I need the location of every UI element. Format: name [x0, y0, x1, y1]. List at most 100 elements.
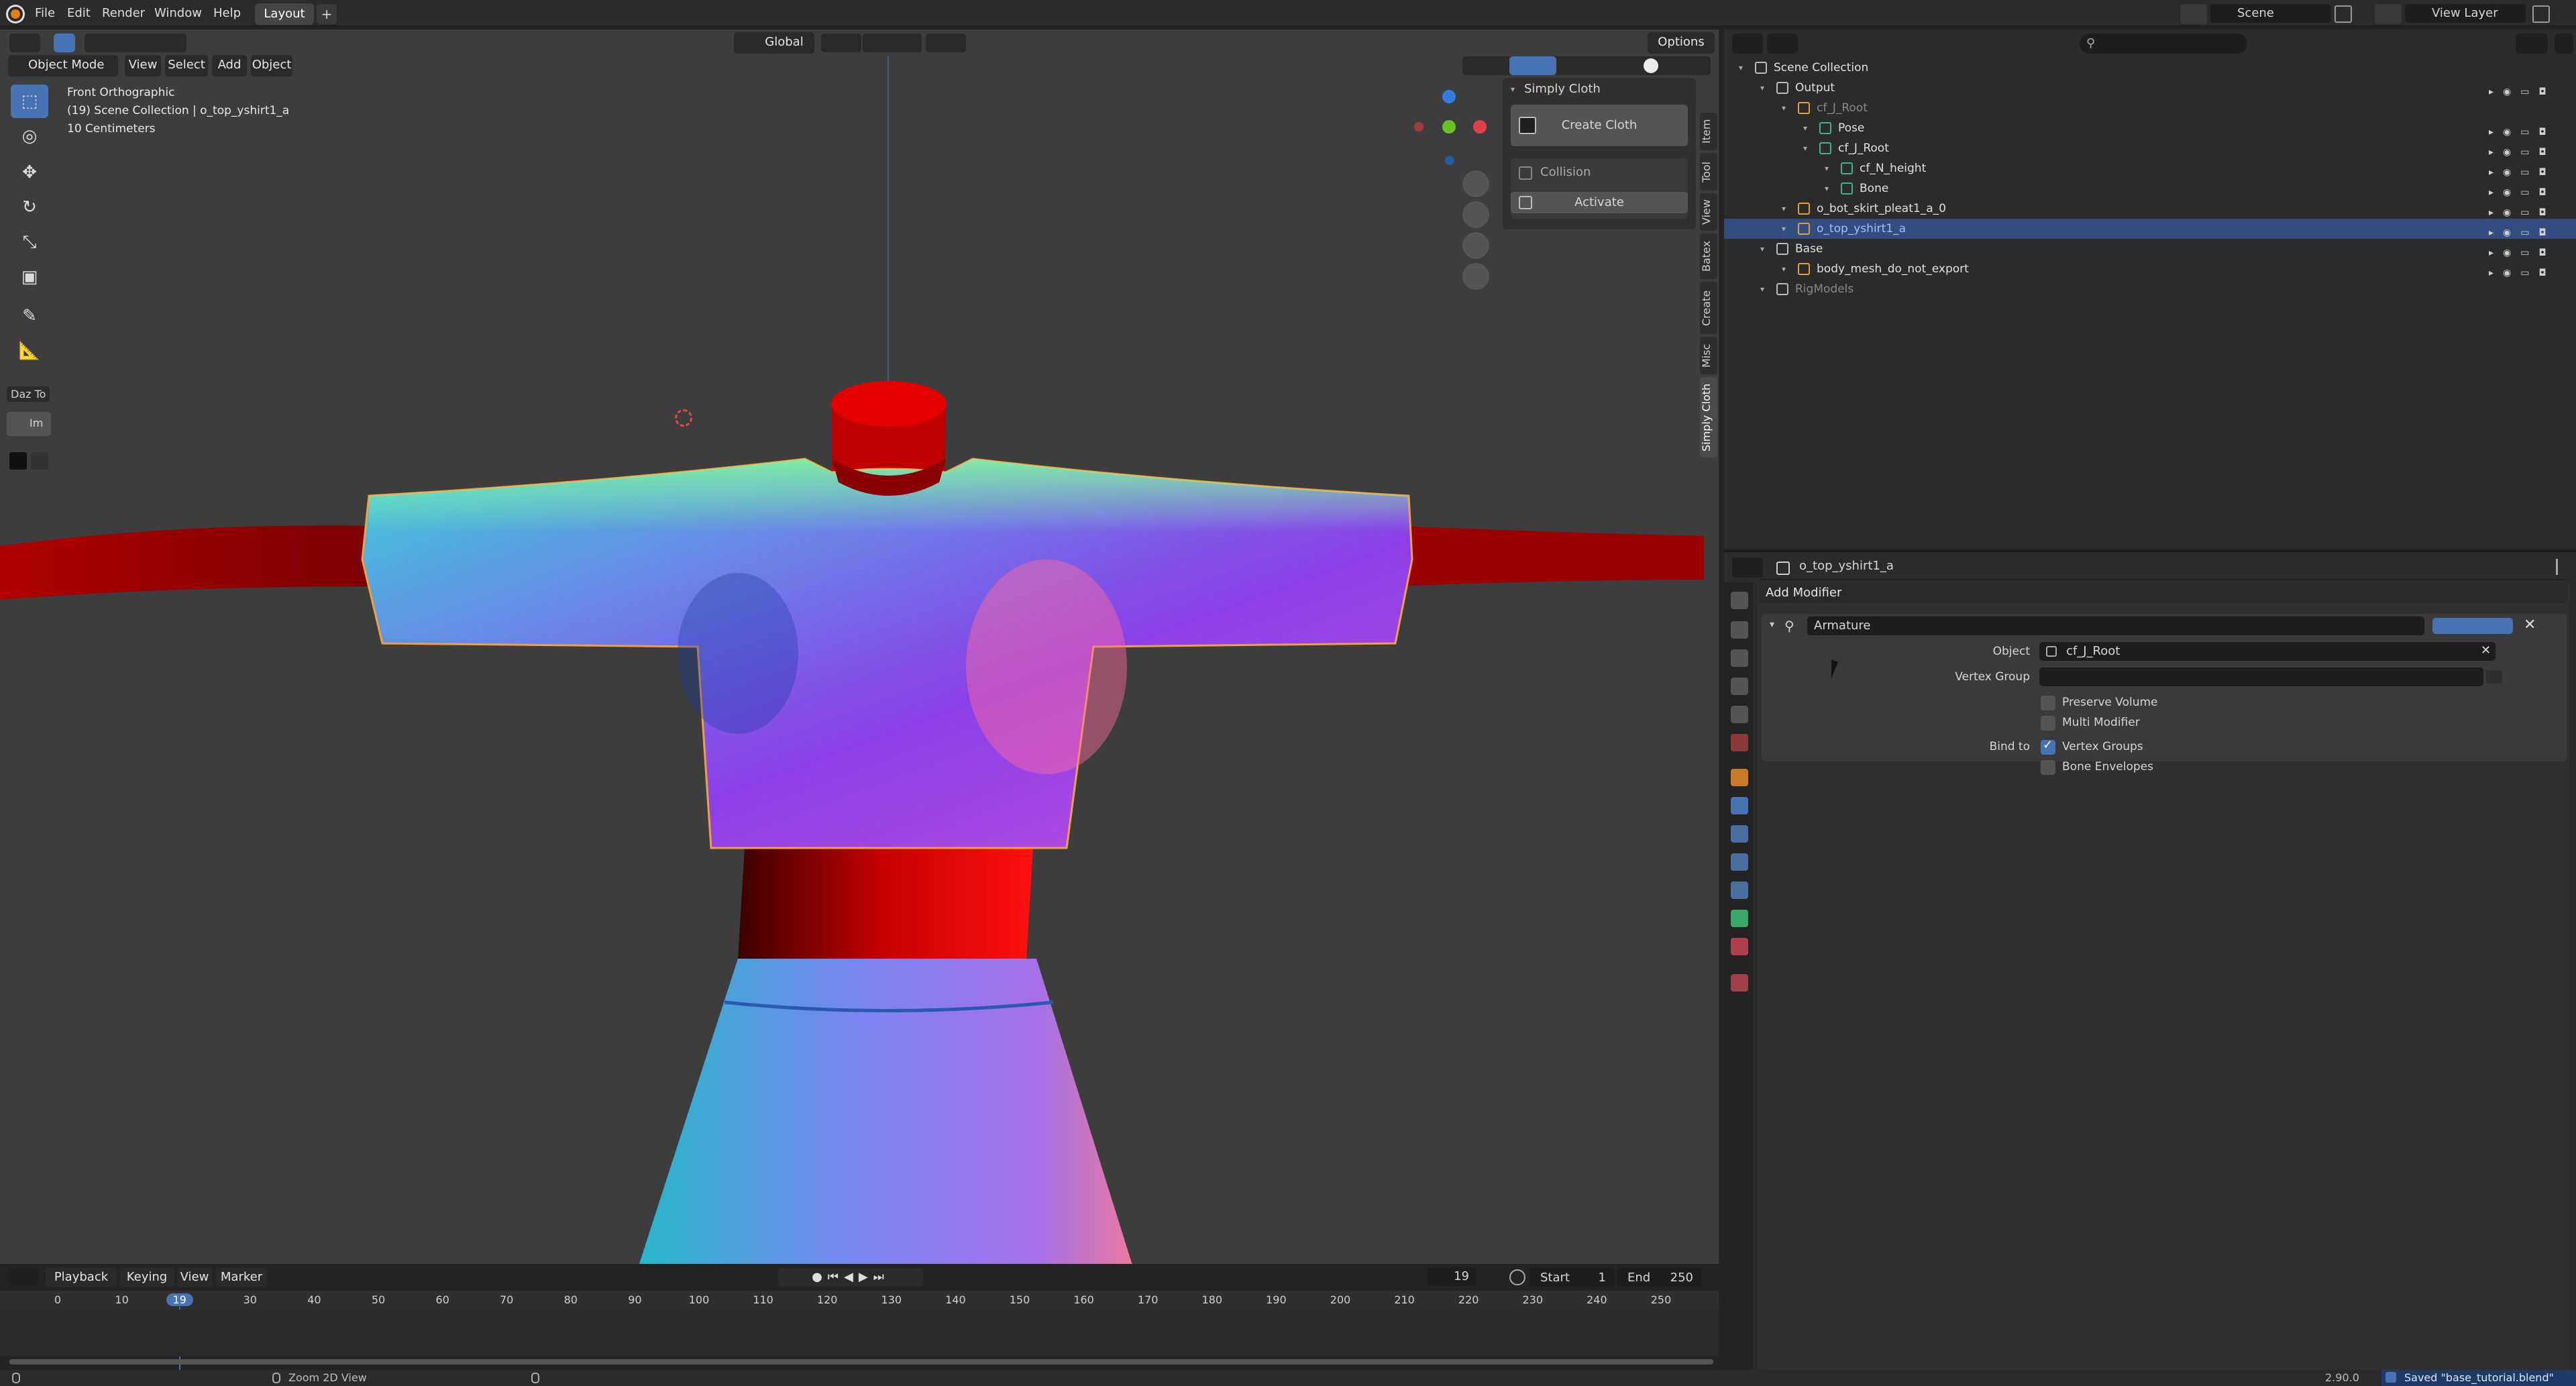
outliner-search-input[interactable]: ⚲ — [2080, 34, 2247, 54]
mode-dropdown[interactable]: Object Mode — [8, 55, 118, 76]
visibility-toggles-icon[interactable]: ▸◉▭◘ — [2489, 263, 2556, 278]
outliner-editor-icon[interactable] — [1732, 34, 1763, 54]
expand-arrow-icon[interactable]: ▾ — [1770, 619, 1774, 630]
measure-tool-icon[interactable]: 📐 — [11, 334, 48, 368]
copy-scene-icon[interactable] — [2334, 5, 2352, 23]
move-tool-icon[interactable]: ✥ — [11, 156, 48, 189]
visibility-toggles-icon[interactable]: ▸◉▭◘ — [2489, 182, 2556, 198]
filter-icon[interactable] — [2516, 34, 2548, 54]
playback-menu[interactable]: Playback — [46, 1267, 117, 1287]
expand-arrow-icon[interactable]: ▾ — [1760, 78, 1764, 98]
view-layer-tab-icon[interactable] — [1731, 678, 1748, 695]
scene-tab-icon[interactable] — [1731, 706, 1748, 723]
scale-tool-icon[interactable]: ⤡ — [11, 225, 48, 259]
blender-logo-icon[interactable] — [8, 7, 23, 21]
timeline-editor-icon[interactable] — [8, 1268, 39, 1287]
vertex-groups-checkbox[interactable]: ✓ — [2041, 738, 2055, 755]
scene-field[interactable]: Scene — [2210, 4, 2331, 23]
timeline-track-area[interactable] — [0, 1310, 1719, 1356]
eyedropper-icon[interactable] — [31, 452, 48, 470]
render-tab-icon[interactable] — [1731, 621, 1748, 639]
physics-tab-icon[interactable] — [1731, 853, 1748, 871]
add-modifier-dropdown[interactable]: Add Modifier — [1759, 583, 2568, 603]
timeline-view-menu[interactable]: View — [177, 1267, 212, 1287]
outliner-row[interactable]: ▾ cf_N_height ▸◉▭◘ — [1724, 158, 2576, 178]
start-frame-field[interactable]: Start 1 — [1529, 1267, 1614, 1287]
options-dropdown[interactable]: Options — [1648, 32, 1715, 54]
outliner-row[interactable]: ▾ cf_J_Root — [1724, 98, 2576, 118]
modifier-toggle-icons[interactable] — [2432, 618, 2513, 634]
menu-edit[interactable]: Edit — [67, 0, 91, 27]
rotate-tool-icon[interactable]: ↻ — [11, 191, 48, 224]
expand-arrow-icon[interactable]: ▾ — [1782, 199, 1786, 219]
visibility-toggles-icon[interactable]: ▸◉▭◘ — [2489, 142, 2556, 158]
pin-icon[interactable] — [2556, 559, 2569, 575]
viewport-shading-icons[interactable] — [1462, 56, 1711, 75]
outliner-row[interactable]: ▾ RigModels — [1724, 279, 2576, 299]
tab-create[interactable]: Create — [1700, 282, 1717, 334]
proportional-edit-icon[interactable] — [926, 34, 966, 52]
visibility-toggles-icon[interactable]: ▸◉▭◘ — [2489, 223, 2556, 238]
menu-select[interactable]: Select — [165, 55, 208, 76]
modifier-close-icon[interactable]: ✕ — [2524, 617, 2536, 633]
add-workspace-icon[interactable]: + — [317, 4, 337, 24]
saved-report[interactable]: Saved "base_tutorial.blend" — [2381, 1370, 2576, 1386]
daz-import-button[interactable]: Im — [7, 412, 51, 436]
activate-button[interactable]: Activate — [1511, 192, 1688, 213]
pan-hand-icon[interactable] — [1462, 201, 1489, 228]
menu-file[interactable]: File — [35, 0, 55, 27]
playhead[interactable]: 19 — [166, 1293, 193, 1306]
particles-tab-icon[interactable] — [1731, 825, 1748, 843]
outliner-row[interactable]: ▾ Output ▸◉▭◘ — [1724, 78, 2576, 98]
data-tab-icon[interactable] — [1731, 910, 1748, 927]
cursor-tool-icon[interactable]: ◎ — [11, 119, 48, 153]
modifier-name-field[interactable]: Armature — [1807, 617, 2424, 635]
tab-batex[interactable]: Batex — [1700, 233, 1717, 279]
select-box-icon[interactable] — [54, 34, 75, 52]
object-tab-icon[interactable] — [1731, 769, 1748, 786]
object-field[interactable]: cf_J_Root — [2039, 642, 2496, 661]
new-collection-icon[interactable] — [2555, 34, 2573, 54]
expand-arrow-icon[interactable]: ▾ — [1803, 118, 1807, 138]
visibility-toggles-icon[interactable]: ▸◉▭◘ — [2489, 82, 2556, 97]
camera-view-icon[interactable] — [1462, 232, 1489, 259]
preserve-volume-checkbox[interactable] — [2041, 696, 2055, 710]
menu-view[interactable]: View — [125, 55, 161, 76]
playback-controls[interactable]: ●⏮◀▶⏭ — [778, 1268, 923, 1287]
view-layer-field[interactable]: View Layer — [2405, 4, 2526, 23]
tab-item[interactable]: Item — [1700, 113, 1717, 150]
collapse-arrow-icon[interactable]: ▾ — [1511, 85, 1515, 94]
outliner-row[interactable]: ▾ Pose ▸◉▭◘ — [1724, 118, 2576, 138]
outliner-row[interactable]: ▾ Bone ▸◉▭◘ — [1724, 178, 2576, 199]
timeline-scrollbar[interactable] — [9, 1359, 1713, 1365]
menu-add[interactable]: Add — [212, 55, 247, 76]
outliner-row[interactable]: ▾ body_mesh_do_not_export ▸◉▭◘ — [1724, 259, 2576, 279]
outliner-row[interactable]: ▾ cf_J_Root ▸◉▭◘ — [1724, 138, 2576, 158]
view-layer-icon[interactable] — [2375, 4, 2402, 24]
tab-simply-cloth[interactable]: Simply Cloth — [1700, 377, 1717, 458]
visibility-toggles-icon[interactable]: ▸◉▭◘ — [2489, 243, 2556, 258]
expand-arrow-icon[interactable]: ▾ — [1803, 138, 1807, 158]
ortho-grid-icon[interactable] — [1462, 263, 1489, 290]
zoom-icon[interactable] — [1462, 170, 1489, 197]
texture-tab-icon[interactable] — [1731, 974, 1748, 992]
pivot-icon[interactable] — [821, 34, 861, 52]
copy-view-layer-icon[interactable] — [2532, 5, 2550, 23]
multi-modifier-checkbox[interactable] — [2041, 716, 2055, 731]
outliner-row[interactable]: ▾ o_top_yshirt1_a ▸◉▭◘ — [1724, 219, 2576, 239]
properties-editor-icon[interactable] — [1732, 557, 1763, 578]
transform-tool-icon[interactable]: ▣ — [11, 260, 48, 294]
visibility-toggles-icon[interactable]: ▸◉▭◘ — [2489, 203, 2556, 218]
use-preview-range-icon[interactable] — [1509, 1269, 1525, 1285]
3d-viewport[interactable]: Global Options Object Mode View Select A… — [0, 30, 1719, 1264]
tab-misc[interactable]: Misc — [1700, 337, 1717, 374]
color-swatch-icon[interactable] — [9, 452, 27, 470]
visibility-toggles-icon[interactable]: ▸◉▭◘ — [2489, 122, 2556, 138]
keying-menu[interactable]: Keying — [119, 1267, 174, 1287]
expand-arrow-icon[interactable]: ▾ — [1782, 259, 1786, 279]
selection-mode-icons[interactable] — [85, 34, 186, 52]
invert-vertex-group-icon[interactable] — [2486, 670, 2502, 684]
editor-type-icon[interactable] — [9, 34, 40, 52]
snap-icon[interactable] — [863, 34, 922, 52]
outliner-row[interactable]: ▾ Base ▸◉▭◘ — [1724, 239, 2576, 259]
